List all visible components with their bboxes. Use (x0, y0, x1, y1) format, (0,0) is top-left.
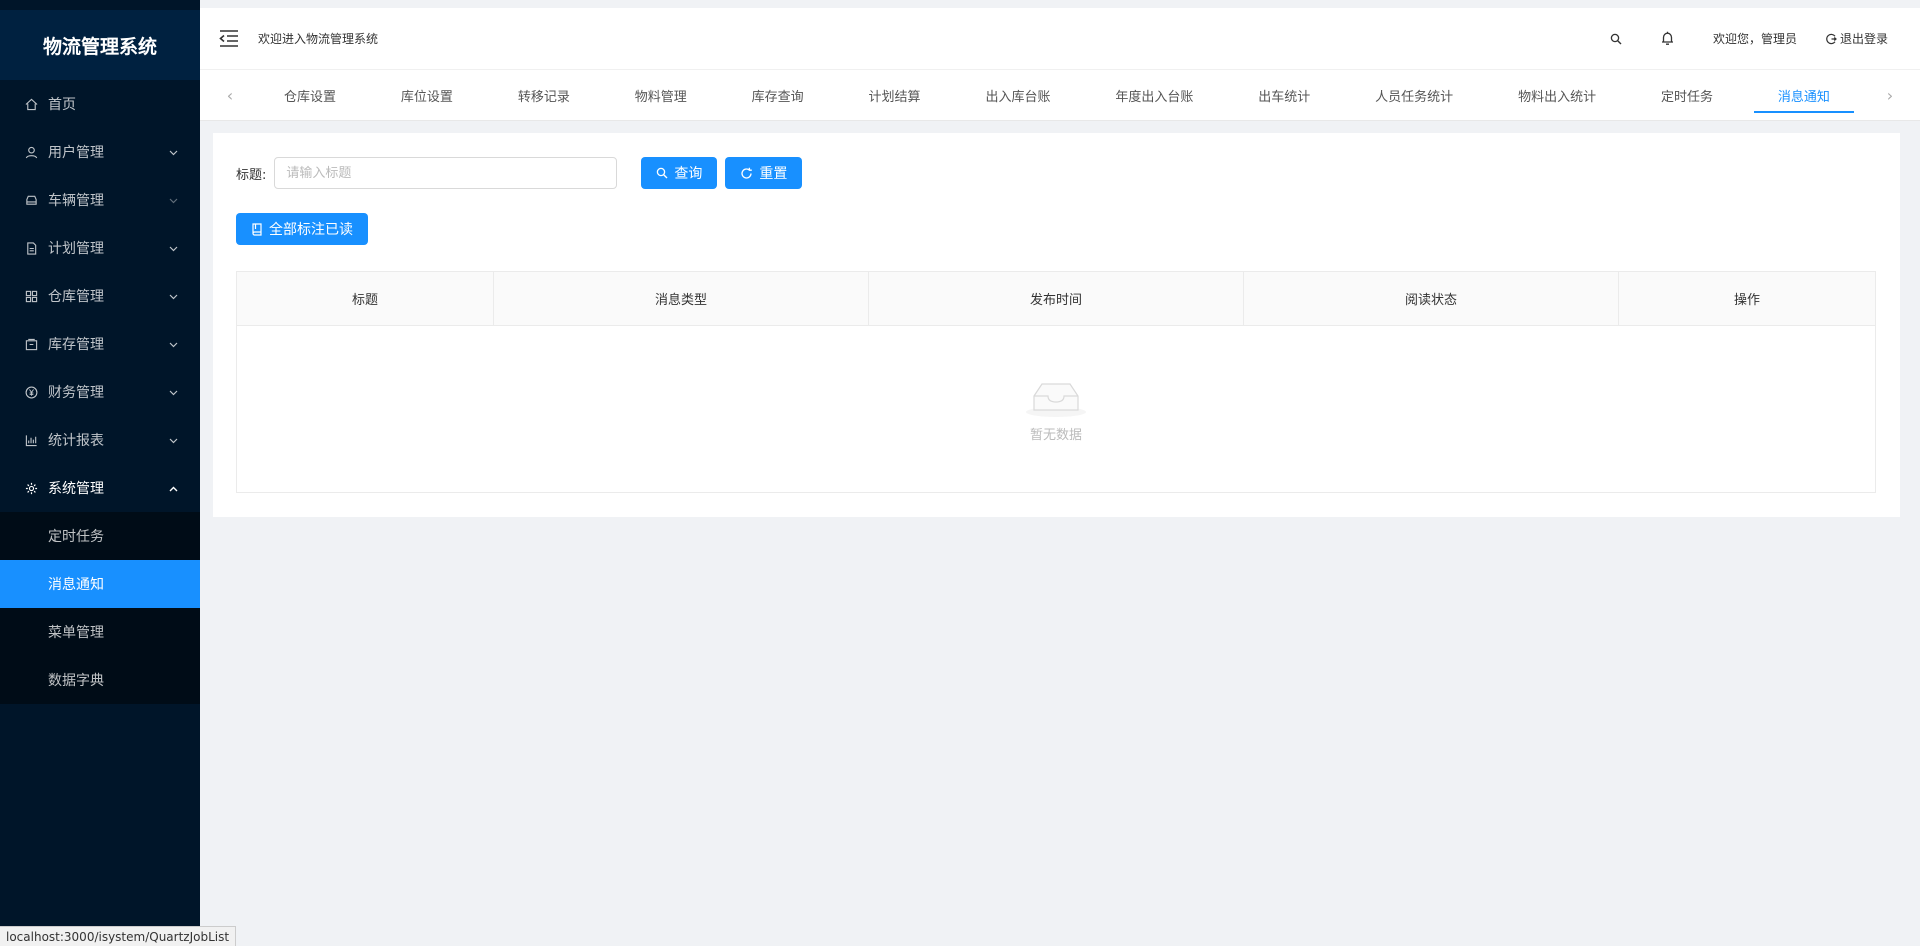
tab-annual-inout-ledger[interactable]: 年度出入台账 (1091, 70, 1217, 121)
tab-location-settings[interactable]: 库位设置 (377, 70, 477, 121)
sidebar: 物流管理系统 首页 用户管理 车辆管理 计划管理 仓库管理 库存管理 财务管理 … (0, 0, 200, 946)
empty-inbox-icon (1026, 382, 1086, 417)
sidebar-item-plan-management[interactable]: 计划管理 (0, 224, 200, 272)
sidebar-item-message-notifications[interactable]: 消息通知 (0, 560, 200, 608)
sidebar-item-label: 定时任务 (48, 529, 104, 545)
sidebar-item-statistics-reports[interactable]: 统计报表 (0, 416, 200, 464)
grid-icon (24, 289, 38, 303)
sidebar-item-label: 数据字典 (48, 673, 104, 689)
yen-icon (24, 385, 38, 399)
top-header: 欢迎进入物流管理系统 欢迎您，管理员 退出登录 (200, 8, 1920, 70)
search-icon (657, 167, 668, 179)
reset-button-label: 重置 (759, 166, 788, 182)
reset-button[interactable]: 重置 (725, 157, 803, 189)
chevron-down-icon (169, 432, 178, 448)
sidebar-item-label: 车辆管理 (48, 193, 104, 209)
messages-table: 标题 消息类型 发布时间 阅读状态 操作 暂无数据 (236, 271, 1876, 493)
chevron-down-icon (169, 144, 178, 160)
sidebar-item-finance-management[interactable]: 财务管理 (0, 368, 200, 416)
sidebar-item-label: 消息通知 (48, 577, 104, 593)
logout-button[interactable]: 退出登录 (1825, 30, 1888, 47)
page-tabs: ‹ 仓库设置 库位设置 转移记录 物料管理 库存查询 计划结算 出入库台账 年度… (200, 70, 1920, 121)
column-header-publish-time: 发布时间 (869, 272, 1244, 325)
sidebar-item-menu-management[interactable]: 菜单管理 (0, 608, 200, 656)
home-icon (24, 97, 38, 111)
sidebar-item-scheduled-tasks[interactable]: 定时任务 (0, 512, 200, 560)
search-form: 标题: 查询 重置 (236, 157, 803, 189)
query-button-label: 查询 (674, 166, 703, 182)
app-logo-title: 物流管理系统 (0, 10, 200, 80)
tab-plan-settlement[interactable]: 计划结算 (845, 70, 945, 121)
gear-icon (24, 481, 38, 495)
chevron-down-icon (169, 336, 178, 352)
sidebar-item-label: 仓库管理 (48, 289, 104, 305)
sidebar-item-inventory-management[interactable]: 库存管理 (0, 320, 200, 368)
table-header: 标题 消息类型 发布时间 阅读状态 操作 (237, 272, 1875, 326)
logout-icon (1826, 33, 1837, 44)
empty-state-text: 暂无数据 (1029, 427, 1082, 443)
tab-material-inout-statistics[interactable]: 物料出入统计 (1494, 70, 1620, 121)
sidebar-item-warehouse-management[interactable]: 仓库管理 (0, 272, 200, 320)
box-icon (24, 337, 38, 351)
document-icon (24, 241, 38, 255)
sidebar-item-label: 库存管理 (48, 337, 104, 353)
search-icon[interactable] (1610, 33, 1625, 45)
sidebar-item-vehicle-management[interactable]: 车辆管理 (0, 176, 200, 224)
bar-chart-icon (24, 433, 38, 447)
menu-fold-icon[interactable] (218, 28, 240, 50)
browser-status-url: localhost:3000/isystem/QuartzJobList (0, 926, 237, 946)
title-filter-label: 标题: (236, 167, 267, 183)
tab-staff-task-statistics[interactable]: 人员任务统计 (1351, 70, 1477, 121)
user-icon (24, 145, 38, 159)
tab-inout-ledger[interactable]: 出入库台账 (961, 70, 1074, 121)
column-header-actions: 操作 (1733, 293, 1760, 308)
column-header-title: 标题 (237, 272, 494, 325)
tab-transfer-records[interactable]: 转移记录 (494, 70, 594, 121)
chevron-down-icon (169, 384, 178, 400)
title-search-input[interactable] (274, 157, 618, 189)
tab-inventory-query[interactable]: 库存查询 (728, 70, 828, 121)
tab-message-notifications[interactable]: 消息通知 (1753, 70, 1854, 121)
column-header-read-status: 阅读状态 (1244, 272, 1619, 325)
tabs-prev-button[interactable]: ‹ (200, 86, 260, 105)
main-content: 标题: 查询 重置 全部标注已读 标题 消息类型 发布时间 阅读状态 操作 (213, 133, 1900, 517)
bell-icon[interactable] (1661, 31, 1677, 46)
sidebar-item-home[interactable]: 首页 (0, 80, 200, 128)
chevron-up-icon (169, 480, 178, 496)
query-button[interactable]: 查询 (641, 157, 718, 189)
table-empty-state: 暂无数据 (237, 326, 1875, 492)
sidebar-item-label: 用户管理 (48, 145, 104, 161)
mark-all-read-label: 全部标注已读 (269, 222, 353, 238)
sidebar-item-label: 首页 (48, 97, 76, 113)
sidebar-item-system-management[interactable]: 系统管理 (0, 464, 200, 512)
tabs-next-button[interactable]: › (1860, 86, 1920, 105)
sidebar-item-label: 计划管理 (48, 241, 104, 257)
user-greeting: 欢迎您，管理员 (1712, 32, 1797, 46)
book-icon (252, 222, 262, 236)
chevron-down-icon (169, 240, 178, 256)
tab-material-management[interactable]: 物料管理 (611, 70, 711, 121)
tab-vehicle-statistics[interactable]: 出车统计 (1234, 70, 1334, 121)
reload-icon (741, 167, 753, 179)
tab-scheduled-tasks[interactable]: 定时任务 (1637, 70, 1737, 121)
car-icon (24, 193, 38, 207)
system-submenu: 定时任务 消息通知 菜单管理 数据字典 (0, 512, 200, 704)
sidebar-item-label: 系统管理 (48, 481, 104, 497)
sidebar-item-user-management[interactable]: 用户管理 (0, 128, 200, 176)
mark-all-read-button[interactable]: 全部标注已读 (236, 213, 368, 245)
page: 物流管理系统 首页 用户管理 车辆管理 计划管理 仓库管理 库存管理 财务管理 … (0, 0, 1920, 946)
column-header-message-type: 消息类型 (494, 272, 869, 325)
header-actions: 欢迎您，管理员 退出登录 (1574, 30, 1920, 47)
tab-warehouse-settings[interactable]: 仓库设置 (260, 70, 360, 121)
tab-list: 仓库设置 库位设置 转移记录 物料管理 库存查询 计划结算 出入库台账 年度出入… (260, 70, 1860, 121)
sidebar-item-label: 菜单管理 (48, 625, 104, 641)
welcome-text: 欢迎进入物流管理系统 (258, 32, 379, 46)
sidebar-item-data-dictionary[interactable]: 数据字典 (0, 656, 200, 704)
chevron-down-icon (169, 192, 178, 208)
sidebar-item-label: 财务管理 (48, 385, 104, 401)
logout-label: 退出登录 (1839, 32, 1888, 46)
sidebar-item-label: 统计报表 (48, 433, 104, 449)
sidebar-menu: 首页 用户管理 车辆管理 计划管理 仓库管理 库存管理 财务管理 统计报表 系统… (0, 80, 200, 512)
chevron-down-icon (169, 288, 178, 304)
